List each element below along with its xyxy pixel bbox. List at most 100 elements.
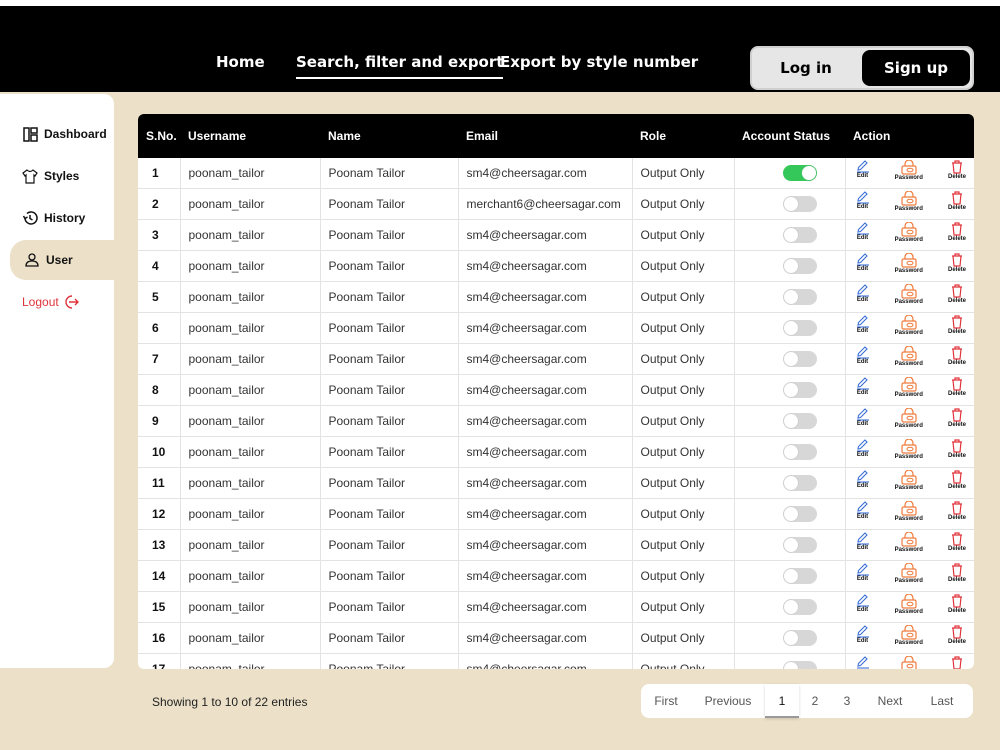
- delete-label: Delete: [947, 608, 966, 614]
- delete-button[interactable]: Delete: [948, 594, 966, 615]
- sidebar-item-label: History: [44, 211, 86, 225]
- password-button[interactable]: Password: [895, 470, 923, 492]
- edit-button[interactable]: Edit: [856, 284, 870, 304]
- delete-button[interactable]: Delete: [948, 408, 966, 429]
- nav-export-link[interactable]: Export by style number: [500, 53, 698, 71]
- cell-actions: Edit Password Delete: [845, 344, 974, 375]
- page-next-button[interactable]: Next: [863, 684, 917, 718]
- sidebar-item-user[interactable]: User: [10, 240, 114, 280]
- lock-icon: [899, 284, 919, 299]
- cell-status: [734, 281, 846, 313]
- edit-button[interactable]: Edit: [856, 656, 870, 669]
- edit-button[interactable]: Edit: [856, 563, 870, 583]
- delete-button[interactable]: Delete: [948, 625, 966, 646]
- edit-button[interactable]: Edit: [856, 408, 870, 428]
- account-status-toggle[interactable]: [782, 351, 817, 367]
- cell-username: poonam_tailor: [180, 281, 321, 313]
- account-status-toggle[interactable]: [782, 196, 817, 212]
- edit-button[interactable]: Edit: [856, 346, 870, 366]
- account-status-toggle[interactable]: [782, 599, 817, 615]
- account-status-toggle[interactable]: [782, 568, 817, 584]
- account-status-toggle[interactable]: [782, 258, 817, 274]
- page-3-button[interactable]: 3: [831, 684, 863, 718]
- sidebar-item-styles[interactable]: Styles: [0, 156, 114, 196]
- password-button[interactable]: Password: [895, 594, 923, 616]
- edit-button[interactable]: Edit: [856, 594, 870, 614]
- signup-button[interactable]: Sign up: [862, 50, 970, 86]
- password-button[interactable]: Password: [895, 408, 923, 430]
- edit-button[interactable]: Edit: [856, 222, 870, 242]
- cell-role: Output Only: [632, 622, 735, 654]
- delete-button[interactable]: Delete: [948, 501, 966, 522]
- nav-home-link[interactable]: Home: [216, 53, 265, 71]
- account-status-toggle[interactable]: [782, 382, 817, 398]
- delete-button[interactable]: Delete: [948, 439, 966, 460]
- delete-button[interactable]: Delete: [948, 160, 966, 181]
- password-button[interactable]: Password: [895, 563, 923, 585]
- edit-button[interactable]: Edit: [856, 377, 870, 397]
- password-button[interactable]: Password: [895, 532, 923, 554]
- page-previous-button[interactable]: Previous: [691, 684, 765, 718]
- edit-button[interactable]: Edit: [856, 439, 870, 459]
- account-status-toggle[interactable]: [782, 537, 817, 553]
- delete-button[interactable]: Delete: [948, 563, 966, 584]
- account-status-toggle[interactable]: [782, 165, 817, 181]
- account-status-toggle[interactable]: [782, 444, 817, 460]
- delete-label: Delete: [947, 298, 966, 304]
- delete-button[interactable]: Delete: [948, 346, 966, 367]
- sidebar-item-history[interactable]: History: [0, 198, 114, 238]
- password-button[interactable]: Password: [895, 284, 923, 306]
- delete-label: Delete: [947, 267, 966, 273]
- page-first-button[interactable]: First: [641, 684, 691, 718]
- edit-button[interactable]: Edit: [856, 532, 870, 552]
- delete-button[interactable]: Delete: [948, 377, 966, 398]
- account-status-toggle[interactable]: [782, 413, 817, 429]
- logout-button[interactable]: Logout: [0, 282, 114, 322]
- account-status-toggle[interactable]: [782, 227, 817, 243]
- password-button[interactable]: Password: [895, 377, 923, 399]
- edit-button[interactable]: Edit: [856, 253, 870, 273]
- nav-search-link[interactable]: Search, filter and export: [296, 53, 504, 79]
- password-button[interactable]: Password: [895, 191, 923, 213]
- page-1-button[interactable]: 1: [765, 684, 799, 718]
- account-status-toggle[interactable]: [782, 661, 817, 669]
- cell-sno: 10: [138, 436, 181, 468]
- password-button[interactable]: Password: [895, 160, 923, 182]
- delete-button[interactable]: Delete: [948, 191, 966, 212]
- delete-button[interactable]: Delete: [948, 284, 966, 305]
- edit-button[interactable]: Edit: [856, 191, 870, 211]
- password-button[interactable]: Password: [895, 346, 923, 368]
- password-button[interactable]: Password: [895, 501, 923, 523]
- password-button[interactable]: Password: [895, 439, 923, 461]
- account-status-toggle[interactable]: [782, 475, 817, 491]
- sidebar-item-dashboard[interactable]: Dashboard: [0, 114, 114, 154]
- edit-label: Edit: [856, 576, 869, 582]
- edit-button[interactable]: Edit: [856, 470, 870, 490]
- password-button[interactable]: Password: [895, 222, 923, 244]
- account-status-toggle[interactable]: [782, 289, 817, 305]
- delete-button[interactable]: Delete: [948, 532, 966, 553]
- login-button[interactable]: Log in: [754, 50, 858, 86]
- password-button[interactable]: Password: [895, 625, 923, 647]
- account-status-toggle[interactable]: [782, 630, 817, 646]
- page-last-button[interactable]: Last: [917, 684, 967, 718]
- delete-button[interactable]: Delete: [948, 470, 966, 491]
- account-status-toggle[interactable]: [782, 506, 817, 522]
- password-button[interactable]: Password: [895, 253, 923, 275]
- edit-button[interactable]: Edit: [856, 625, 870, 645]
- page-2-button[interactable]: 2: [799, 684, 831, 718]
- cell-status: [734, 219, 846, 251]
- edit-button[interactable]: Edit: [856, 315, 870, 335]
- edit-button[interactable]: Edit: [856, 501, 870, 521]
- delete-button[interactable]: Delete: [948, 253, 966, 274]
- password-button[interactable]: Password: [895, 315, 923, 337]
- delete-button[interactable]: Delete: [948, 222, 966, 243]
- delete-button[interactable]: Delete: [948, 656, 966, 669]
- table-row: 13 poonam_tailor Poonam Tailor sm4@cheersag…: [138, 529, 974, 561]
- password-button[interactable]: Password: [895, 656, 923, 669]
- edit-icon: [856, 594, 870, 607]
- account-status-toggle[interactable]: [782, 320, 817, 336]
- table-row: 17 poonam_tailor Poonam Tailor sm4@cheersag…: [138, 653, 974, 669]
- edit-button[interactable]: Edit: [856, 160, 870, 180]
- delete-button[interactable]: Delete: [948, 315, 966, 336]
